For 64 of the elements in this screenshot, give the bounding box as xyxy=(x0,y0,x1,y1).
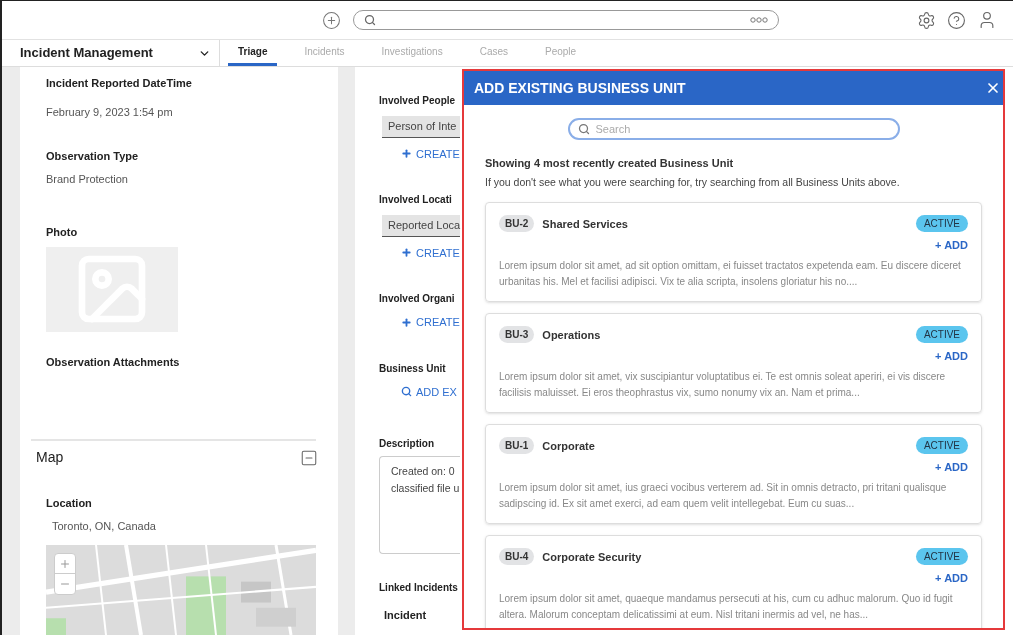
unit-description: Lorem ipsum dolor sit amet, ius graeci vocibus verterem ad. Sit in omnis detracto, pri tritani qualisque sadipscing id. Ex sit amet exerci, ad eam quem velit intellegebat. Eum cu suas... xyxy=(499,480,948,511)
field-label: Linked Incidents xyxy=(379,581,459,595)
unit-code: BU-1 xyxy=(499,437,535,455)
field-label: Observation Attachments xyxy=(46,354,181,370)
field-value: Brand Protection xyxy=(46,171,129,187)
unit-description: Lorem ipsum dolor sit amet, quaeque mandamus persecuti at his, cum cu adhuc malorum. Quo id fugit altera. Malorum conceptam delicatissimi at eum. Nisl tritani inermis ad vel, ne has... xyxy=(499,591,954,622)
description-field[interactable]: Created on: 0 classified file u xyxy=(379,456,460,554)
unit-name: Corporate Security xyxy=(542,549,642,565)
field-label: Business Unit xyxy=(379,361,447,376)
plus-icon xyxy=(59,557,71,570)
module-dropdown[interactable]: Incident Management xyxy=(20,40,220,66)
field-label: Involved People xyxy=(379,94,457,108)
field-label: Description xyxy=(379,437,435,451)
record-chip[interactable]: Reported Loca xyxy=(382,215,460,237)
column-header: Incident xyxy=(384,608,428,623)
plus-icon xyxy=(401,148,412,160)
status-badge: ACTIVE xyxy=(915,548,968,566)
results-hint: If you don't see what you were searching for, try searching from all Business Units above. xyxy=(485,174,901,190)
modal-title: ADD EXISTING BUSINESS UNIT xyxy=(474,78,686,98)
help-icon[interactable] xyxy=(947,10,966,30)
add-existing-button[interactable]: ADD EX xyxy=(401,383,457,400)
search-field[interactable]: Search xyxy=(567,118,900,140)
status-badge: ACTIVE xyxy=(915,326,968,344)
add-button[interactable]: + ADD xyxy=(935,570,968,587)
more-icon[interactable] xyxy=(750,17,768,23)
unit-name: Shared Services xyxy=(542,216,628,232)
field-label: Involved Organi xyxy=(379,292,456,306)
status-badge: ACTIVE xyxy=(915,215,968,233)
field-value: February 9, 2023 1:54 pm xyxy=(46,104,174,120)
unit-name: Corporate xyxy=(542,438,595,454)
section-title: Map xyxy=(36,448,64,467)
search-input[interactable]: Search xyxy=(595,120,890,138)
plus-icon xyxy=(401,247,412,259)
record-chip[interactable]: Person of Inte xyxy=(382,116,460,138)
results-heading: Showing 4 most recently created Business Unit xyxy=(485,156,735,171)
collapse-icon[interactable] xyxy=(300,448,318,467)
description-text: Created on: 0 xyxy=(391,464,456,479)
description-text: classified file u xyxy=(391,481,460,496)
field-label: Location xyxy=(46,496,93,511)
create-button[interactable]: CREATE xyxy=(401,314,460,331)
add-button[interactable]: + ADD xyxy=(935,237,968,254)
add-button[interactable]: + ADD xyxy=(935,348,968,365)
add-button[interactable]: + ADD xyxy=(935,459,968,476)
search-icon xyxy=(577,123,590,135)
field-value: Toronto, ON, Canada xyxy=(52,518,157,534)
field-label: Involved Locati xyxy=(379,193,453,207)
unit-description: Lorem ipsum dolor sit amet, ad sit option omittam, ei fuisset tractatos expetenda eam. Eu discere diceret urbanitas his. Mel et facilisi adipisci. Vix te alia scripta, insolens gloriatur his no.... xyxy=(499,258,962,289)
unit-code: BU-4 xyxy=(499,548,535,566)
unit-name: Operations xyxy=(542,327,601,343)
field-label: Observation Type xyxy=(46,149,140,164)
field-label: Photo xyxy=(46,225,79,240)
create-button[interactable]: CREATE xyxy=(401,244,460,261)
unit-code: BU-3 xyxy=(499,326,535,344)
plus-icon xyxy=(401,316,412,328)
close-icon[interactable] xyxy=(985,80,1001,96)
add-icon[interactable] xyxy=(322,10,341,30)
search-icon xyxy=(401,386,412,398)
search-icon xyxy=(364,14,376,26)
settings-icon[interactable] xyxy=(917,10,936,30)
field-label: Incident Reported DateTime xyxy=(46,76,193,91)
unit-code: BU-2 xyxy=(499,215,535,233)
status-badge: ACTIVE xyxy=(915,437,968,455)
unit-description: Lorem ipsum dolor sit amet, vix suscipiantur voluptatibus ei. Te est omnis soleat aperiri, ei vis discere facilisis maluisset. Ei eros theophrastus vix, sumo nonumy vix an. Nam et prima... xyxy=(499,369,947,400)
create-button[interactable]: CREATE xyxy=(401,145,460,162)
